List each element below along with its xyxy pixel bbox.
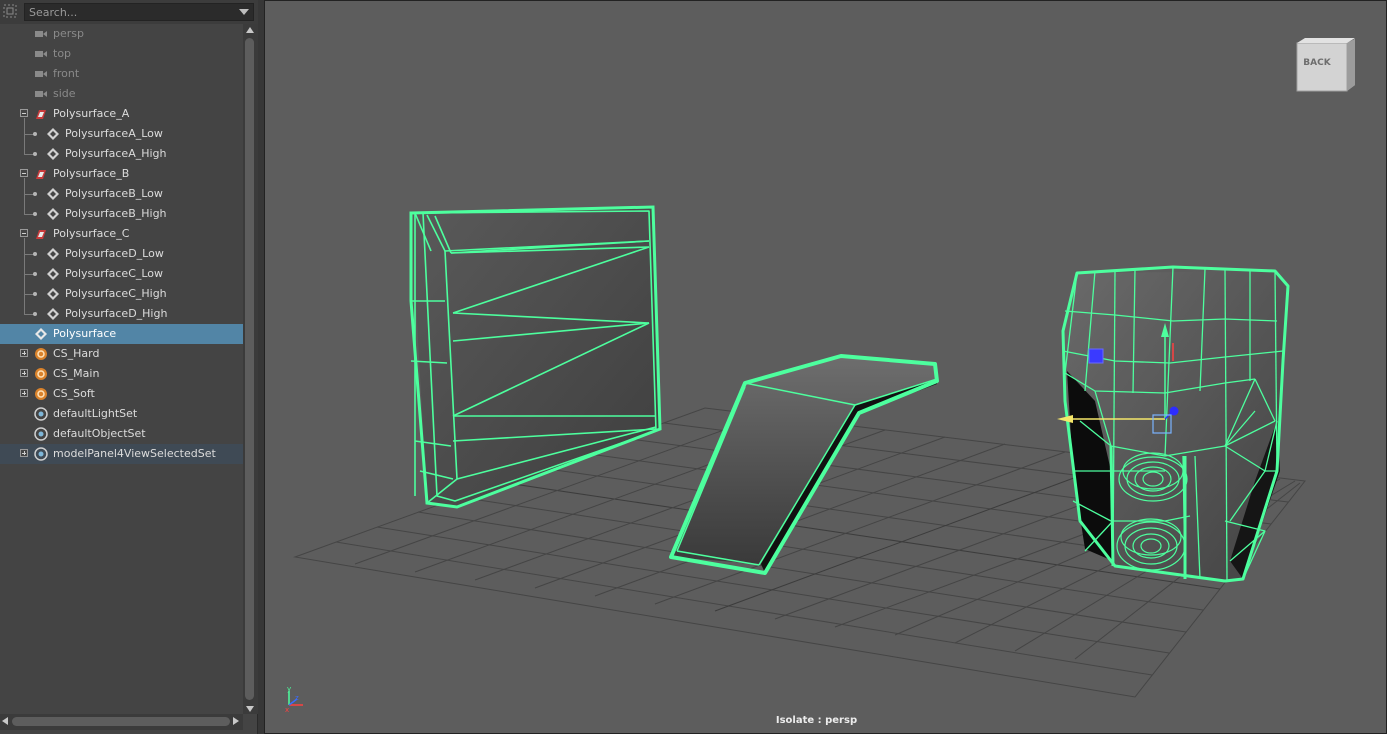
outliner-item-defaultobjectset[interactable]: defaultObjectSet <box>0 424 243 444</box>
mesh-box[interactable] <box>1061 265 1290 583</box>
outliner-item-polysurfacec-low[interactable]: PolysurfaceC_Low <box>0 264 243 284</box>
outliner-item-label: PolysurfaceD_High <box>65 307 168 320</box>
outliner-item-polysurface-a[interactable]: Polysurface_A <box>0 104 243 124</box>
collapse-toggle[interactable] <box>20 229 28 237</box>
filter-icon[interactable] <box>3 4 17 18</box>
group-icon <box>36 230 46 239</box>
mesh-icon <box>47 208 59 220</box>
viewport-persp[interactable]: BACK y z x Isolate : persp <box>264 0 1387 734</box>
mesh-strip[interactable] <box>669 354 939 575</box>
outliner-item-side[interactable]: side <box>0 84 243 104</box>
scene-canvas[interactable] <box>265 1 1387 734</box>
search-dropdown-icon[interactable] <box>239 9 249 15</box>
outliner-item-polysurfacea-high[interactable]: PolysurfaceA_High <box>0 144 243 164</box>
cage-set-icon <box>35 348 47 360</box>
axis-x-label: x <box>285 706 289 713</box>
outliner-item-front[interactable]: front <box>0 64 243 84</box>
outliner-item-polysurface-c[interactable]: Polysurface_C <box>0 224 243 244</box>
outliner-item-modelpanel4viewselectedset[interactable]: modelPanel4ViewSelectedSet <box>0 444 243 464</box>
expand-toggle[interactable] <box>20 369 28 377</box>
mesh-icon <box>47 188 59 200</box>
scroll-thumb[interactable] <box>12 717 230 726</box>
outliner-item-label: Polysurface_C <box>53 227 130 240</box>
outliner-item-cs-hard[interactable]: CS_Hard <box>0 344 243 364</box>
search-box <box>24 3 254 21</box>
outliner-item-cs-main[interactable]: CS_Main <box>0 364 243 384</box>
cage-set-icon <box>35 388 47 400</box>
group-icon <box>36 110 46 119</box>
mesh-icon <box>47 268 59 280</box>
outliner-item-label: PolysurfaceC_High <box>65 287 167 300</box>
outliner-item-defaultlightset[interactable]: defaultLightSet <box>0 404 243 424</box>
search-input[interactable] <box>25 4 239 20</box>
expand-toggle[interactable] <box>20 349 28 357</box>
camera-icon <box>35 31 47 37</box>
scroll-right-arrow-icon[interactable] <box>233 717 239 725</box>
viewport-status-label: Isolate : persp <box>775 715 858 726</box>
outliner-item-label: side <box>53 87 76 100</box>
mesh-icon <box>47 248 59 260</box>
collapse-toggle[interactable] <box>20 169 28 177</box>
outliner-item-polysurfaced-low[interactable]: PolysurfaceD_Low <box>0 244 243 264</box>
outliner-vertical-scrollbar[interactable] <box>243 24 258 714</box>
scroll-thumb[interactable] <box>245 38 254 700</box>
view-cube-label: BACK <box>1303 58 1331 68</box>
expand-toggle[interactable] <box>20 389 28 397</box>
outliner-item-polysurfacea-low[interactable]: PolysurfaceA_Low <box>0 124 243 144</box>
set-icon <box>34 407 48 421</box>
outliner-item-polysurfaced-high[interactable]: PolysurfaceD_High <box>0 304 243 324</box>
outliner-search-bar <box>0 0 258 24</box>
outliner-panel: persp top front side Polysurface_A <box>0 0 258 734</box>
scroll-down-arrow-icon[interactable] <box>246 706 254 712</box>
outliner-item-polysurfaceb-low[interactable]: PolysurfaceB_Low <box>0 184 243 204</box>
outliner-item-label: PolysurfaceB_High <box>65 207 167 220</box>
axis-gizmo-icon: y z x <box>285 685 303 713</box>
set-icon <box>34 427 48 441</box>
cage-set-icon <box>35 368 47 380</box>
outliner-item-label: front <box>53 67 80 80</box>
outliner-item-label: modelPanel4ViewSelectedSet <box>53 447 216 460</box>
collapse-toggle[interactable] <box>20 109 28 117</box>
outliner-item-label: CS_Hard <box>53 347 100 360</box>
outliner-item-top[interactable]: top <box>0 44 243 64</box>
axis-z-label: z <box>295 694 299 702</box>
axis-y-label: y <box>287 685 291 693</box>
outliner-item-label: Polysurface <box>53 327 117 340</box>
outliner-item-label: defaultLightSet <box>53 407 138 420</box>
outliner-item-label: PolysurfaceB_Low <box>65 187 163 200</box>
outliner-item-label: CS_Soft <box>53 387 95 400</box>
outliner-item-label: PolysurfaceA_Low <box>65 127 163 140</box>
outliner-item-label: Polysurface_B <box>53 167 130 180</box>
outliner-item-polysurfaceb-high[interactable]: PolysurfaceB_High <box>0 204 243 224</box>
outliner-item-polysurfacec-high[interactable]: PolysurfaceC_High <box>0 284 243 304</box>
mesh-icon <box>47 288 59 300</box>
mesh-icon <box>47 148 59 160</box>
outliner-item-label: PolysurfaceD_Low <box>65 247 164 260</box>
outliner-tree: persp top front side Polysurface_A Polys… <box>0 24 243 714</box>
mesh-icon <box>35 328 47 340</box>
outliner-item-label: CS_Main <box>53 367 100 380</box>
camera-icon <box>35 91 47 97</box>
outliner-horizontal-scrollbar[interactable] <box>0 714 243 730</box>
mesh-panel[interactable] <box>409 205 662 509</box>
outliner-item-cs-soft[interactable]: CS_Soft <box>0 384 243 404</box>
set-icon <box>34 447 48 461</box>
outliner-item-label: defaultObjectSet <box>53 427 146 440</box>
camera-icon <box>35 71 47 77</box>
group-icon <box>36 170 46 179</box>
outliner-item-label: Polysurface_A <box>53 107 130 120</box>
camera-icon <box>35 51 47 57</box>
mesh-icon <box>47 308 59 320</box>
scroll-left-arrow-icon[interactable] <box>2 717 8 725</box>
outliner-item-label: PolysurfaceC_Low <box>65 267 164 280</box>
outliner-item-persp[interactable]: persp <box>0 24 243 44</box>
outliner-item-polysurface[interactable]: Polysurface <box>0 324 243 344</box>
outliner-item-label: PolysurfaceA_High <box>65 147 167 160</box>
mesh-icon <box>47 128 59 140</box>
outliner-item-label: persp <box>53 27 84 40</box>
expand-toggle[interactable] <box>20 449 28 457</box>
outliner-item-label: top <box>53 47 72 60</box>
outliner-item-polysurface-b[interactable]: Polysurface_B <box>0 164 243 184</box>
scroll-up-arrow-icon[interactable] <box>246 27 254 33</box>
